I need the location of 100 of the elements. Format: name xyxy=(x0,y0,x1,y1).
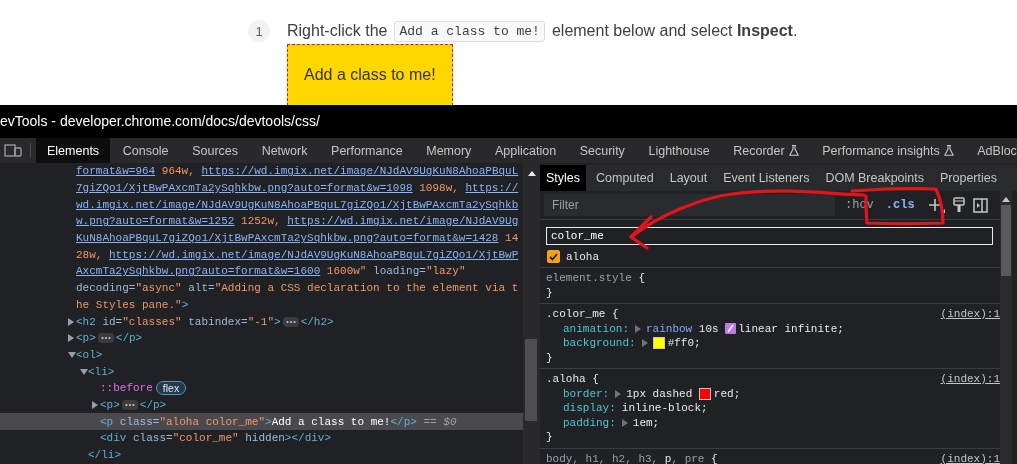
source-link[interactable]: (index):1 xyxy=(940,307,1000,322)
expand-arrow-icon[interactable] xyxy=(621,418,628,427)
styles-tab[interactable]: DOM Breakpoints xyxy=(819,165,931,191)
attribute-value: 1098w, xyxy=(418,182,460,195)
url-link[interactable]: AxcmTa2ySqhkbw.png?auto=format&w=1600 xyxy=(76,265,321,278)
plus-icon[interactable] xyxy=(926,197,945,213)
css-selector: .aloha xyxy=(546,372,586,387)
css-property: border: xyxy=(563,386,610,401)
html-tag: > xyxy=(265,415,272,428)
url-link[interactable]: w.png?auto=format&w=1252 xyxy=(76,215,235,228)
class-input-field[interactable]: color_me xyxy=(546,227,993,245)
demo-element[interactable]: Add a class to me! xyxy=(287,44,453,105)
panel-tab[interactable]: Lighthouse xyxy=(637,138,721,163)
css-brace: } xyxy=(546,350,554,365)
css-selector: p xyxy=(664,451,672,464)
attribute-name: class= xyxy=(118,415,160,428)
window-title: evTools - developer.chrome.com/docs/devtools/css/ xyxy=(0,105,1017,138)
expand-arrow-icon[interactable] xyxy=(635,324,641,333)
url-link[interactable]: https://wd.imgix.net/image/NJdAV9Ug xyxy=(287,215,519,228)
css-value: 10s xyxy=(697,321,720,336)
ellipsis-icon[interactable] xyxy=(282,316,299,327)
scrollbar-thumb[interactable] xyxy=(1001,205,1011,276)
panel-tab[interactable]: Sources xyxy=(181,138,250,163)
disclosure-triangle-icon[interactable] xyxy=(68,334,74,343)
html-tag: </p> xyxy=(115,332,143,345)
panel-tab[interactable]: Performance xyxy=(320,138,414,163)
flex-badge[interactable]: flex xyxy=(155,381,187,396)
html-tag: </p> xyxy=(139,398,167,411)
css-value: red; xyxy=(713,386,741,401)
panel-tab[interactable]: Network xyxy=(250,138,319,163)
url-link[interactable]: KuN8AhoaPBquL7giZQo1/XjtBwPAxcmTa2ySqhkbw.png?auto=format&w=1428 xyxy=(76,232,499,245)
url-link[interactable]: https://wd.imgix.net/image/NJdAV9UgKuN8AhoaPBquL xyxy=(201,165,519,178)
url-link[interactable]: format&w=964 xyxy=(76,165,156,178)
filter-field[interactable]: Filter xyxy=(544,194,835,216)
ellipsis-icon[interactable] xyxy=(121,399,138,410)
panel-tab[interactable]: Console xyxy=(111,138,180,163)
scroll-up-icon[interactable] xyxy=(1002,197,1010,202)
css-value: 1px dashed xyxy=(626,386,694,401)
css-property: display: xyxy=(563,401,616,416)
attribute-value: "-1" xyxy=(247,315,275,328)
selection-marker: == $0 xyxy=(422,415,457,428)
source-link[interactable]: (index):1 xyxy=(940,451,1000,464)
panel-tab[interactable]: Memory xyxy=(415,138,483,163)
disclosure-triangle-icon[interactable] xyxy=(68,317,74,326)
ellipsis-icon[interactable] xyxy=(97,333,114,344)
attribute-value: "lazy" xyxy=(425,265,466,278)
disclosure-triangle-icon[interactable] xyxy=(68,351,76,358)
attribute-name: class= xyxy=(132,432,173,445)
styles-tab[interactable]: Properties xyxy=(934,165,1003,191)
color-swatch[interactable] xyxy=(698,387,711,400)
expand-arrow-icon[interactable] xyxy=(615,389,622,398)
scroll-up-icon[interactable] xyxy=(527,171,536,176)
attribute-value: 28w, xyxy=(76,248,104,261)
attribute-value: he Styles pane." xyxy=(76,298,182,311)
html-tag: > xyxy=(181,298,189,311)
url-link[interactable]: https://wd.imgix.net/image/NJdAV9UgKuN8AhoaPBquL7giZQo1/XjtBwP xyxy=(109,248,519,261)
styles-tab[interactable]: Computed xyxy=(590,165,660,191)
html-tag: <div xyxy=(100,432,127,445)
css-selector: .color_me xyxy=(546,307,606,322)
panel-tab[interactable]: AdBloc xyxy=(966,138,1017,163)
styles-tab[interactable]: Layout xyxy=(663,165,714,191)
url-link[interactable]: https:// xyxy=(465,182,519,195)
panel-tab[interactable]: Performance insights xyxy=(811,138,965,163)
easing-icon[interactable] xyxy=(725,323,737,335)
selected-row[interactable]: <p class="aloha color_me">Add a class to me!</p> == $0 xyxy=(0,413,523,430)
sidebar-toggle-icon[interactable] xyxy=(972,197,988,213)
text-content: Add a class to me! xyxy=(271,415,391,428)
html-tag: <ol> xyxy=(76,348,103,361)
css-brace: { xyxy=(611,307,619,322)
panel-tab[interactable]: Security xyxy=(568,138,636,163)
class-toggle-button[interactable]: .cls xyxy=(881,198,919,212)
styles-tab[interactable]: Event Listeners xyxy=(717,165,816,191)
paint-roller-icon[interactable] xyxy=(952,197,965,213)
attribute-value: "async" xyxy=(135,282,182,295)
css-brace: } xyxy=(546,430,554,445)
html-tag: > xyxy=(274,315,281,328)
css-brace: { xyxy=(591,372,599,387)
url-link[interactable]: wd.imgix.net/image/NJdAV9UgKuN8AhoaPBquL7giZQo1/XjtBwPAxcmTa2ySqhkb xyxy=(76,198,519,211)
panel-tab[interactable]: Application xyxy=(483,138,568,163)
animation-link[interactable]: rainbow xyxy=(646,321,693,336)
checkbox[interactable] xyxy=(547,250,560,263)
disclosure-triangle-icon[interactable] xyxy=(80,368,88,375)
expand-arrow-icon[interactable] xyxy=(641,339,648,348)
inline-code: Add a class to me! xyxy=(394,20,545,42)
attribute-name: hidden xyxy=(244,432,285,445)
attribute-name: decoding= xyxy=(76,282,136,295)
instruction-text: element below and select Inspect. xyxy=(551,22,798,40)
step-number: 1 xyxy=(248,20,270,42)
styles-tab[interactable]: Styles xyxy=(540,165,587,191)
color-swatch[interactable] xyxy=(652,337,665,350)
attribute-value: 14 xyxy=(504,232,519,245)
source-link[interactable]: (index):1 xyxy=(940,372,1000,387)
checkbox-label[interactable]: aloha xyxy=(566,250,599,263)
panel-tab[interactable]: Recorder xyxy=(722,138,810,163)
url-link[interactable]: 7giZQo1/XjtBwPAxcmTa2ySqhkbw.png?auto=format&w=1098 xyxy=(76,182,413,195)
html-tag: <p> xyxy=(100,398,120,411)
scrollbar-thumb[interactable] xyxy=(525,339,537,421)
html-tag: <p xyxy=(100,415,114,428)
devices-icon[interactable] xyxy=(4,144,22,157)
panel-tab[interactable]: Elements xyxy=(36,138,111,163)
